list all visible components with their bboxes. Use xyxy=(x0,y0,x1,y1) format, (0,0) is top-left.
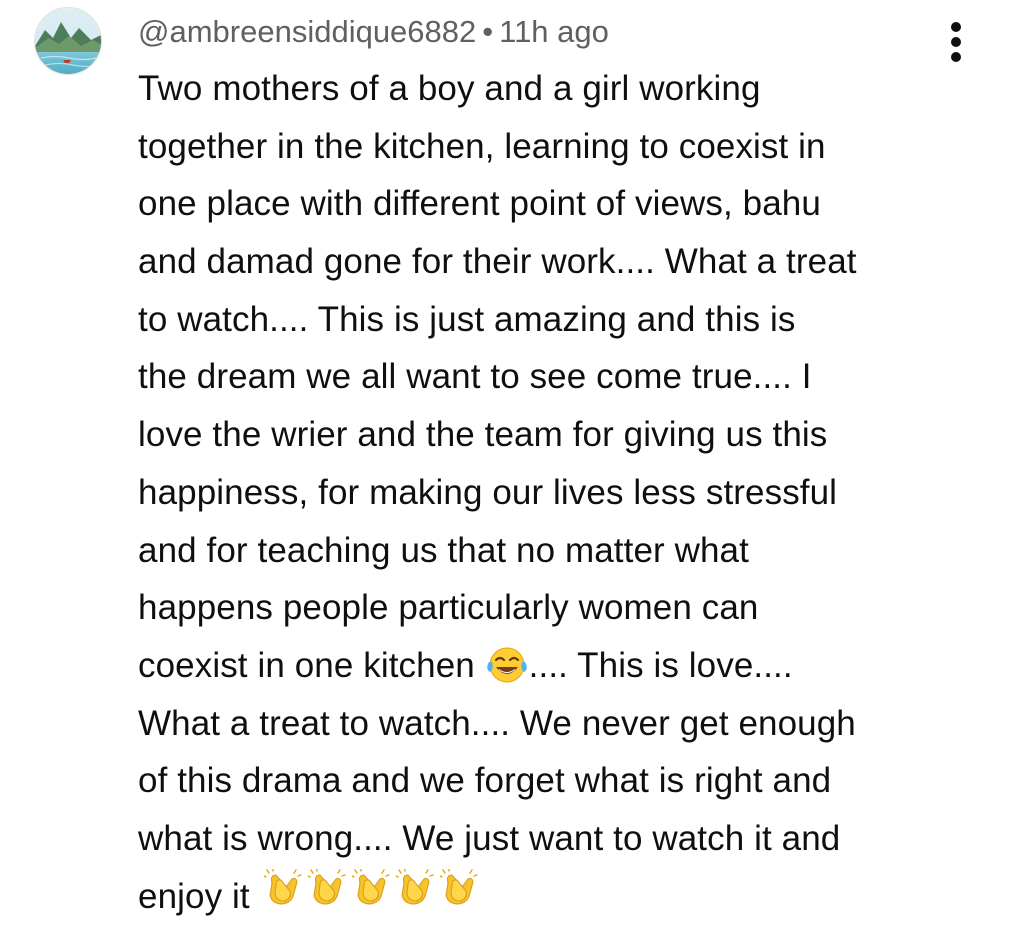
comment-timestamp[interactable]: 11h ago xyxy=(499,14,609,49)
comment-body: Two mothers of a boy and a girl working … xyxy=(138,60,968,925)
author-handle[interactable]: @ambreensiddique6882 xyxy=(138,14,476,49)
comment-line-text: coexist in one kitchen xyxy=(138,645,485,685)
comment-line: what is wrong.... We just want to watch … xyxy=(138,818,841,858)
menu-dot xyxy=(951,37,961,47)
comment-meta: @ambreensiddique6882 • 11h ago xyxy=(138,10,609,54)
comment-card: @ambreensiddique6882 • 11h ago Two mothers… xyxy=(0,0,1024,939)
clapping-hands-emoji xyxy=(438,867,480,925)
comment-line: coexist in one kitchen .... This is love… xyxy=(138,637,968,695)
comment-line-text: enjoy it xyxy=(138,876,260,916)
comment-line: the dream we all want to see come true..… xyxy=(138,357,812,397)
clapping-hands-emoji xyxy=(394,867,436,925)
vertical-ellipsis-icon[interactable] xyxy=(940,18,972,66)
comment-line: together in the kitchen, learning to coe… xyxy=(138,126,826,166)
comment-line: to watch.... This is just amazing and th… xyxy=(138,299,796,339)
face-with-tears-of-joy-emoji xyxy=(485,645,529,685)
comment-line: happiness, for making our lives less str… xyxy=(138,472,838,512)
menu-dot xyxy=(951,22,961,32)
comment-line: What a treat to watch.... We never get e… xyxy=(138,703,856,743)
comment-line: Two mothers of a boy and a girl working xyxy=(138,69,761,108)
meta-separator: • xyxy=(482,14,494,49)
comment-line: enjoy it xyxy=(138,867,968,926)
comment-line: happens people particularly women can xyxy=(138,588,759,628)
comment-line: love the wrier and the team for giving u… xyxy=(138,415,828,455)
clapping-hands-emoji xyxy=(350,867,392,925)
clap-emoji-group xyxy=(260,867,480,916)
comment-line: and damad gone for their work.... What a… xyxy=(138,242,857,282)
clapping-hands-emoji xyxy=(306,867,348,925)
avatar[interactable] xyxy=(34,7,102,75)
clapping-hands-emoji xyxy=(262,867,304,925)
comment-line: one place with different point of views,… xyxy=(138,184,821,224)
avatar-landscape-image xyxy=(35,8,101,74)
comment-line: and for teaching us that no matter what xyxy=(138,530,749,570)
comment-line: of this drama and we forget what is righ… xyxy=(138,761,832,801)
comment-line-text: .... This is love.... xyxy=(528,645,793,685)
